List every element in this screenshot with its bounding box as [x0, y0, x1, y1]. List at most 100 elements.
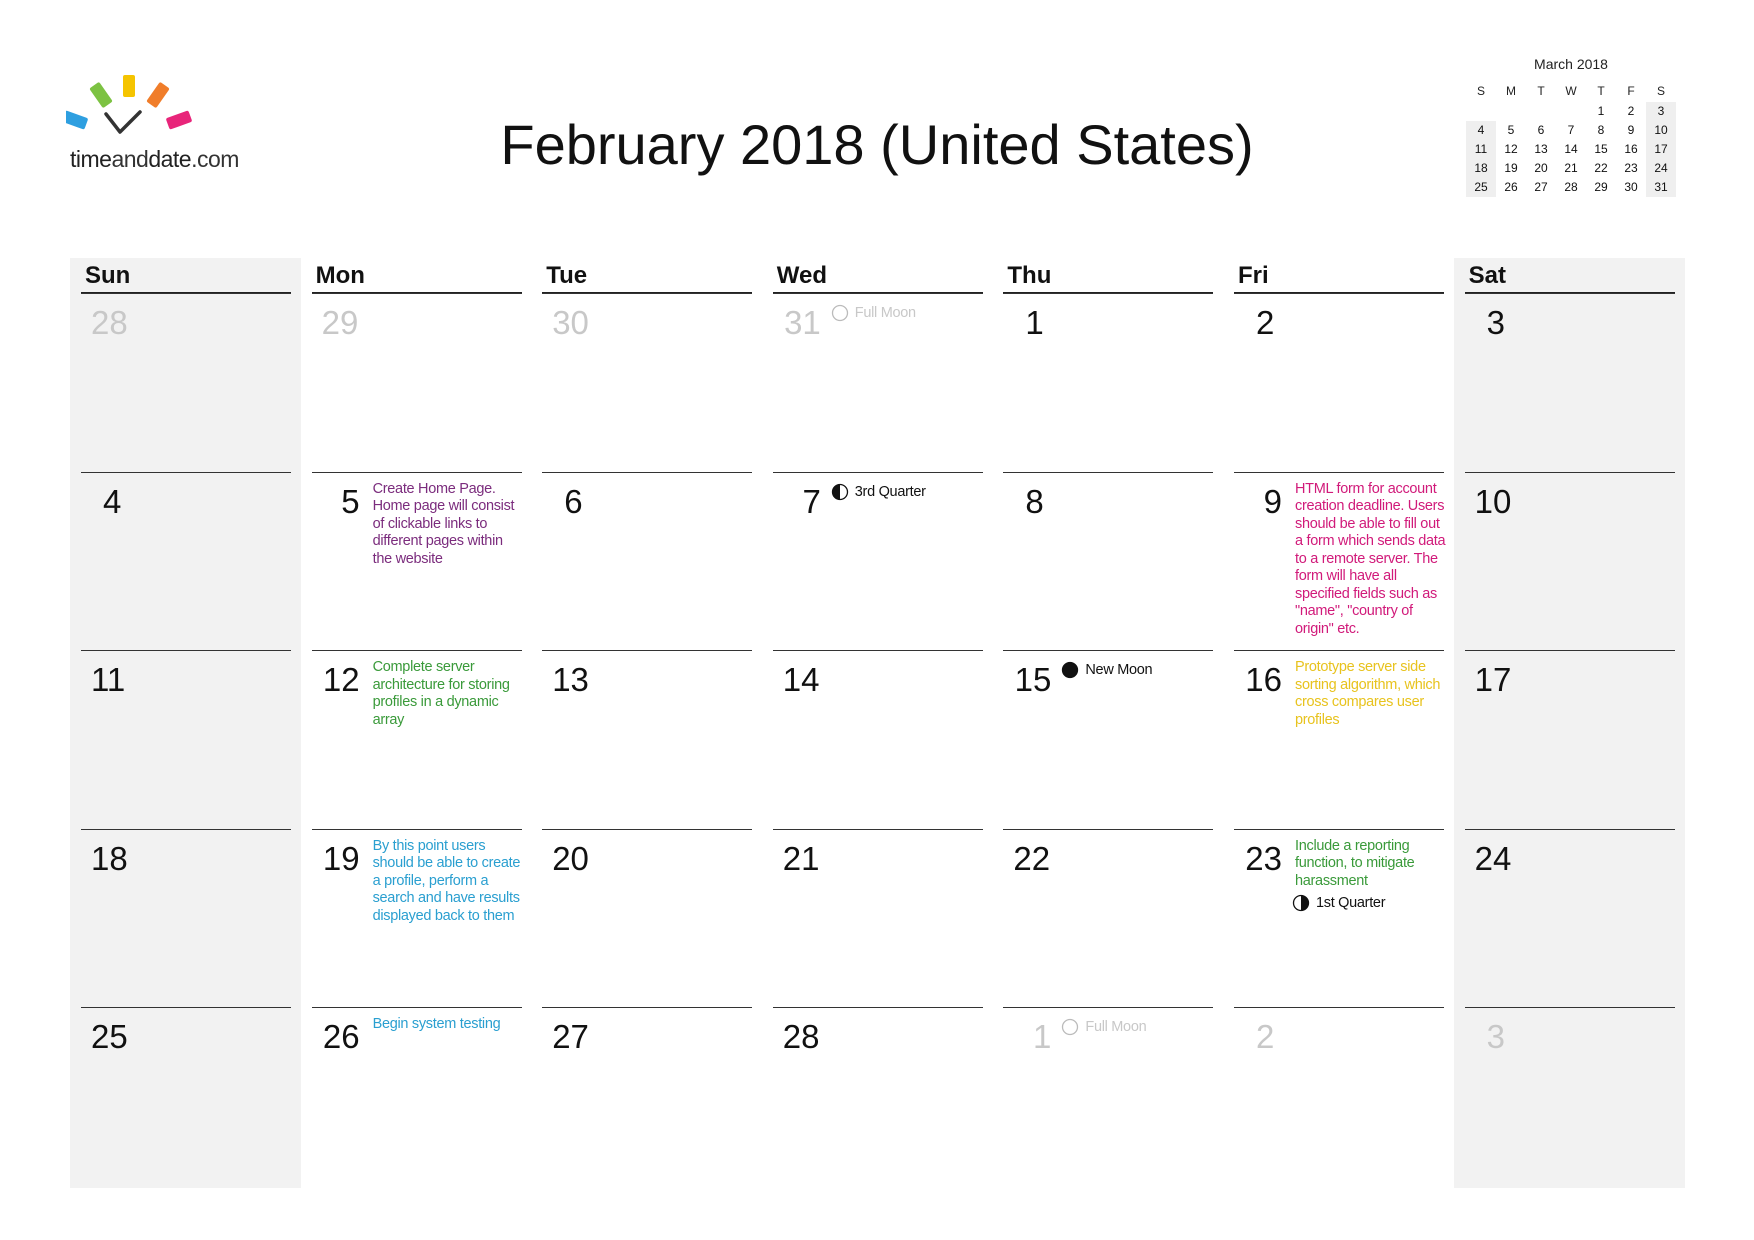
weekday-header-sun: Sun [85, 262, 131, 289]
day-number: 22 [1013, 839, 1051, 877]
day-number: 2 [1256, 304, 1275, 341]
weekday-header-wed: Wed [776, 262, 828, 289]
day-cell: 17 [1464, 650, 1675, 829]
mini-day: 9 [1616, 121, 1646, 140]
day-number: 19 [322, 839, 360, 877]
day-number: 1 [1025, 304, 1044, 341]
mini-day: 25 [1466, 178, 1496, 197]
day-cell: 25 [81, 1007, 291, 1186]
day-number: 28 [782, 1018, 820, 1055]
day-number: 12 [322, 661, 360, 698]
mini-weekday-header: S [1476, 84, 1485, 98]
day-number: 10 [1474, 482, 1512, 520]
calendar-event-note[interactable]: HTML form for account creation deadline.… [1295, 481, 1447, 639]
mini-day: 30 [1616, 178, 1646, 197]
day-cell: 28 [772, 1007, 983, 1186]
calendar-event-note[interactable]: Include a reporting function, to mitigat… [1295, 838, 1447, 891]
day-cell: 18 [81, 828, 291, 1008]
day-number: 3 [1486, 304, 1505, 341]
moon-phase: 3rd Quarter [831, 483, 926, 501]
day-number: 26 [322, 1018, 360, 1055]
day-cell: 14 [772, 650, 983, 829]
day-number: 24 [1474, 839, 1512, 877]
day-cell: 11 [81, 650, 291, 829]
moon-phase-label: Full Moon [854, 305, 916, 321]
weekday-header-thu: Thu [1007, 262, 1052, 289]
day-cell: 13 [542, 650, 753, 829]
day-cell: 27 [542, 1007, 753, 1186]
day-number: 14 [782, 661, 820, 698]
mini-day: 12 [1496, 140, 1526, 159]
calendar-event-note[interactable]: Begin system testing [373, 1016, 525, 1034]
day-cell: 12 Complete server architecture for stori… [311, 650, 525, 829]
day-cell: 19 By this point users should be able to … [311, 828, 525, 1008]
full-moon-icon [1061, 1018, 1079, 1036]
moon-phase-label: Full Moon [1085, 1019, 1147, 1035]
day-cell: 3 [1464, 293, 1675, 472]
day-number: 3 [1486, 1018, 1505, 1055]
day-cell: 28 [81, 293, 291, 472]
day-number: 7 [802, 482, 821, 520]
mini-day: 20 [1526, 159, 1556, 178]
day-cell: 20 [542, 828, 753, 1008]
day-number: 8 [1025, 482, 1044, 520]
day-number: 1 [1033, 1018, 1052, 1055]
mini-weekday-header: W [1565, 84, 1577, 98]
day-cell: 3 [1464, 1007, 1675, 1186]
mini-calendar-body: 1 2 3 4 5 6 7 8 9 10 11 12 13 14 15 16 17 18 19 20 21 22 23 24 2… [1466, 102, 1676, 197]
mini-day: 14 [1556, 140, 1586, 159]
day-cell: 23 Include a reporting function, to mitig… [1234, 828, 1447, 1008]
day-cell: 10 [1464, 471, 1675, 651]
mini-day: 5 [1496, 121, 1526, 140]
day-cell: 30 [542, 293, 753, 472]
mini-day: 15 [1586, 140, 1616, 159]
weekday-header-fri: Fri [1238, 262, 1269, 289]
mini-day: 7 [1556, 121, 1586, 140]
day-number: 6 [564, 482, 583, 520]
mini-week-row: 123 [1466, 102, 1676, 121]
day-number: 20 [552, 839, 589, 877]
weekday-header-sat: Sat [1468, 262, 1506, 289]
day-number: 15 [1014, 661, 1052, 698]
day-cell: 16 Prototype server side sorting algorith… [1234, 650, 1444, 829]
mini-day: 17 [1646, 140, 1676, 159]
day-number: 29 [321, 304, 359, 341]
mini-week-row: 18 19 20 21 22 23 24 [1466, 159, 1676, 178]
day-number: 4 [103, 482, 122, 520]
moon-phase-label: New Moon [1085, 662, 1153, 678]
mini-day [1466, 102, 1496, 121]
mini-day: 3 [1646, 102, 1676, 121]
day-cell: 24 [1464, 828, 1675, 1008]
mini-day [1556, 102, 1586, 121]
month-grid: Sun Mon Tue Wed Thu Fri Sat 28 29 30 31 Full Moon 1 2… [70, 258, 1686, 1188]
mini-day: 4 [1466, 121, 1496, 140]
calendar-event-note[interactable]: Prototype server side sorting algorithm,… [1295, 659, 1447, 729]
day-number: 18 [91, 839, 128, 877]
mini-day: 26 [1496, 178, 1526, 197]
mini-weekday-header: S [1656, 84, 1665, 98]
mini-day: 13 [1526, 140, 1556, 159]
mini-calendar-march: March 2018 SMTWTFS 1 2 3 4 5 6 7 8 9 10 11 12 13 14 15… [1466, 56, 1676, 197]
moon-phase-label: 3rd Quarter [854, 483, 926, 500]
day-cell: 2 [1234, 293, 1444, 472]
calendar-event-note[interactable]: Complete server architecture for storing… [373, 659, 525, 729]
day-number: 13 [552, 661, 589, 698]
mini-day: 24 [1646, 159, 1676, 178]
day-number: 17 [1474, 661, 1512, 698]
day-cell: 6 [542, 471, 753, 651]
mini-day: 28 [1556, 178, 1586, 197]
day-number: 23 [1245, 839, 1282, 877]
calendar-event-note[interactable]: By this point users should be able to cr… [373, 838, 525, 926]
moon-phase: Full Moon [1061, 1018, 1147, 1036]
mini-day: 23 [1616, 159, 1646, 178]
mini-day: 27 [1526, 178, 1556, 197]
mini-day: 19 [1496, 159, 1526, 178]
day-number: 25 [91, 1018, 128, 1055]
moon-phase: New Moon [1061, 661, 1153, 679]
calendar-event-note[interactable]: Create Home Page. Home page will consist… [373, 481, 525, 569]
day-cell: 1 [1003, 293, 1214, 472]
day-cell: 1 Full Moon [1003, 1007, 1214, 1186]
mini-weekday-header: M [1506, 84, 1516, 98]
day-number: 11 [91, 661, 126, 698]
mini-calendar-header: SMTWTFS [1466, 80, 1676, 102]
